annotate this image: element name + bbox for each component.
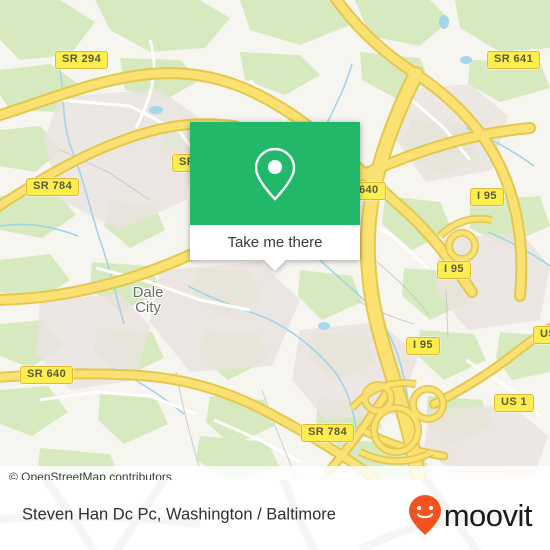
map-attribution-bar: © OpenStreetMap contributors	[0, 466, 550, 480]
destination-popup-card[interactable]: Take me there	[190, 122, 360, 271]
road-shield: I 95	[470, 188, 504, 206]
road-shield: SR 784	[301, 424, 355, 442]
map-pin-icon	[254, 147, 296, 201]
road-shield: SR 641	[487, 51, 541, 69]
moovit-smiley-pin-icon	[408, 495, 441, 535]
road-shield: US 1	[494, 394, 535, 412]
road-shield: SR 294	[55, 51, 109, 69]
take-me-there-button[interactable]: Take me there	[190, 225, 360, 260]
place-label-dale-city: Dale City	[132, 284, 164, 316]
road-shield: I 95	[406, 337, 440, 355]
road-shield: SR 640	[20, 366, 74, 384]
moovit-wordmark: moovit	[443, 497, 533, 533]
moovit-logo[interactable]: moovit	[408, 494, 533, 536]
road-shield: SR 784	[26, 178, 80, 196]
popup-pointer	[264, 260, 286, 271]
map-canvas[interactable]: SR 294 SR 641 SR 784 SR 640 I 95 I 95 I …	[0, 0, 550, 480]
moovit-map-screenshot: SR 294 SR 641 SR 784 SR 640 I 95 I 95 I …	[0, 0, 550, 550]
page-title: Steven Han Dc Pc, Washington / Baltimore	[22, 505, 336, 524]
popup-header	[190, 122, 360, 225]
osm-attribution-text: © OpenStreetMap contributors	[9, 470, 172, 480]
road-shield: I 95	[437, 261, 471, 279]
road-shield-clipped: US	[533, 326, 550, 344]
footer-bar: Steven Han Dc Pc, Washington / Baltimore…	[0, 480, 550, 550]
